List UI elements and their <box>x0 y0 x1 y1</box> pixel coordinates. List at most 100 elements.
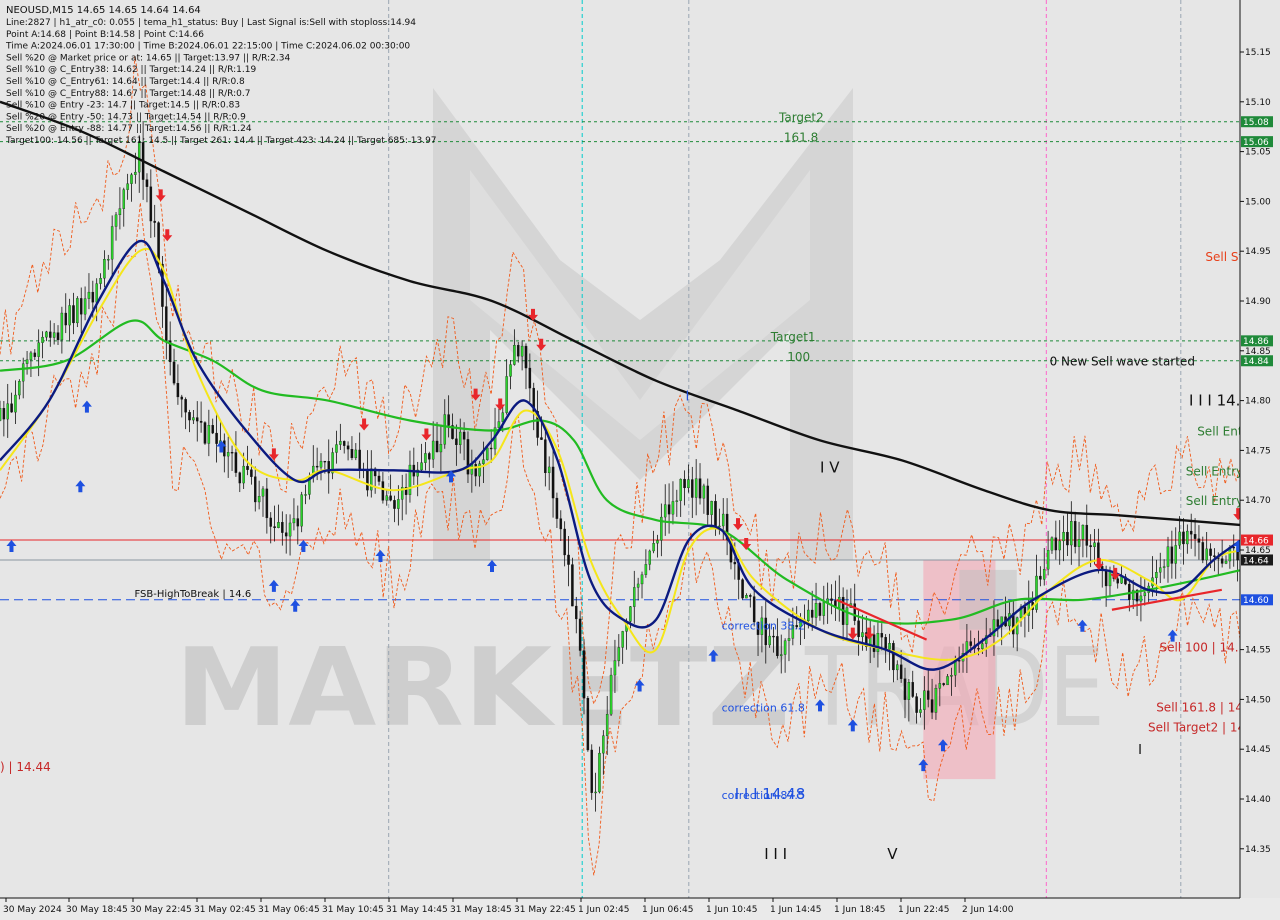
candle-bear <box>957 660 961 662</box>
candle-bear <box>1039 575 1042 580</box>
time-axis[interactable]: 30 May 2024 30 May 18:45 30 May 22:45 31 Ma… <box>0 897 1240 915</box>
candle-bull <box>21 363 25 382</box>
candle-bull <box>385 495 389 501</box>
candle-bull <box>501 412 505 422</box>
candle-bear <box>315 465 319 468</box>
candle-bull <box>547 466 551 474</box>
candle-bull <box>807 609 810 622</box>
time-axis-ticks: 30 May 2024 30 May 18:45 30 May 22:45 31 Ma… <box>3 898 1014 915</box>
info-line: Sell %10 @ C_Entry88: 14.67 || Target:14… <box>6 89 251 99</box>
price-tag-label: 14.66 <box>1243 536 1269 546</box>
candle-bear <box>211 425 214 434</box>
candle-bull <box>1155 572 1158 578</box>
candle-bear <box>265 488 269 519</box>
candle-bear <box>575 605 578 620</box>
candle-bull <box>644 564 648 575</box>
candle-bear <box>447 414 450 426</box>
candle-bear <box>683 478 686 489</box>
candle-bear <box>381 481 385 501</box>
candle-bear <box>176 383 180 398</box>
info-line: Sell %10 @ C_Entry38: 14.62 || Target:14… <box>6 65 256 75</box>
candle-bear <box>342 441 346 446</box>
candle-bear <box>1170 546 1174 564</box>
chart-root[interactable]: MARKETZ TRADE Target2161.8Target1100Sell… <box>0 0 1280 920</box>
candle-bull <box>68 305 71 326</box>
time-tick-label: 30 May 18:45 <box>66 905 128 915</box>
candle-bear <box>776 636 779 657</box>
candle-bear <box>926 690 930 700</box>
time-tick-label: 30 May 22:45 <box>130 905 192 915</box>
candle-bull <box>648 550 651 565</box>
candle-bear <box>296 518 300 527</box>
candle-bear <box>1197 538 1201 543</box>
price-tick-label: 14.95 <box>1245 247 1271 257</box>
candle-bull <box>605 714 609 736</box>
chart-annotation: 100 <box>787 350 810 364</box>
candle-bull <box>408 464 412 495</box>
candle-bear <box>911 682 914 697</box>
candle-bull <box>470 464 474 475</box>
candle-bear <box>2 408 6 420</box>
candle-bull <box>257 496 261 503</box>
candle-bull <box>710 500 713 515</box>
candle-bear <box>880 633 884 638</box>
candle-bull <box>134 171 137 175</box>
candle-bear <box>455 438 458 446</box>
candle-bear <box>691 479 694 498</box>
price-axis[interactable]: 15.1515.1015.0515.0014.9514.9014.8514.80… <box>1239 0 1280 898</box>
candle-bull <box>482 459 485 464</box>
candle-bear <box>857 620 860 638</box>
info-line: Time A:2024.06.01 17:30:00 | Time B:2024… <box>5 42 410 52</box>
candle-bull <box>779 654 783 657</box>
info-line: Sell %10 @ Entry -23: 14.7 || Target:14.… <box>6 101 240 111</box>
candle-bear <box>1085 524 1089 546</box>
candle-bear <box>153 220 156 223</box>
price-tick-label: 14.70 <box>1245 496 1271 506</box>
candle-bear <box>269 517 272 527</box>
candle-bear <box>1073 521 1077 547</box>
price-tick-label: 15.10 <box>1245 98 1271 108</box>
info-line: Sell %10 @ C_Entry61: 14.64 || Target:14… <box>6 77 245 87</box>
candle-bull <box>114 214 118 227</box>
candle-bull <box>938 683 942 689</box>
candle-bull <box>822 602 826 616</box>
candle-bull <box>923 690 926 710</box>
time-tick-label: 31 May 10:45 <box>322 905 384 915</box>
info-line: Target100: 14.56 || Target 161: 14.5 || … <box>5 136 437 146</box>
candle-bear <box>1066 531 1069 546</box>
candle-bull <box>95 283 98 303</box>
candle-bear <box>145 179 149 187</box>
candle-bear <box>165 306 168 341</box>
candle-bull <box>339 441 342 445</box>
chart-annotation: FSB-HighToBreak | 14.6 <box>134 589 251 600</box>
candle-bull <box>14 394 17 413</box>
candle-bull <box>0 408 2 421</box>
candle-bull <box>934 688 938 713</box>
candle-bear <box>281 522 284 533</box>
time-tick-label: 31 May 22:45 <box>514 905 576 915</box>
price-tag-label: 15.06 <box>1243 138 1269 148</box>
candle-bull <box>137 142 141 173</box>
candle-bull <box>99 278 102 284</box>
candle-bull <box>130 174 133 184</box>
candle-bear <box>10 403 13 413</box>
chart-annotation: correction 61.8 <box>722 701 805 714</box>
candle-bear <box>667 504 671 515</box>
candle-bear <box>1201 542 1205 561</box>
candle-bull <box>486 447 489 460</box>
candle-bear <box>915 696 918 713</box>
candle-bear <box>393 500 396 509</box>
candle-bear <box>903 678 907 700</box>
candle-bull <box>745 595 748 599</box>
candle-bull <box>122 189 126 209</box>
candle-bull <box>861 632 864 638</box>
candle-bear <box>714 500 717 527</box>
candle-bear <box>698 478 702 499</box>
candle-bear <box>899 664 903 679</box>
chart-annotation: 161.8 <box>784 131 818 145</box>
chart-annotation: correction 38.2 <box>722 620 805 633</box>
candle-bear <box>853 603 856 621</box>
candle-bull <box>87 291 91 299</box>
candle-bull <box>300 494 303 527</box>
candle-bear <box>273 526 276 529</box>
